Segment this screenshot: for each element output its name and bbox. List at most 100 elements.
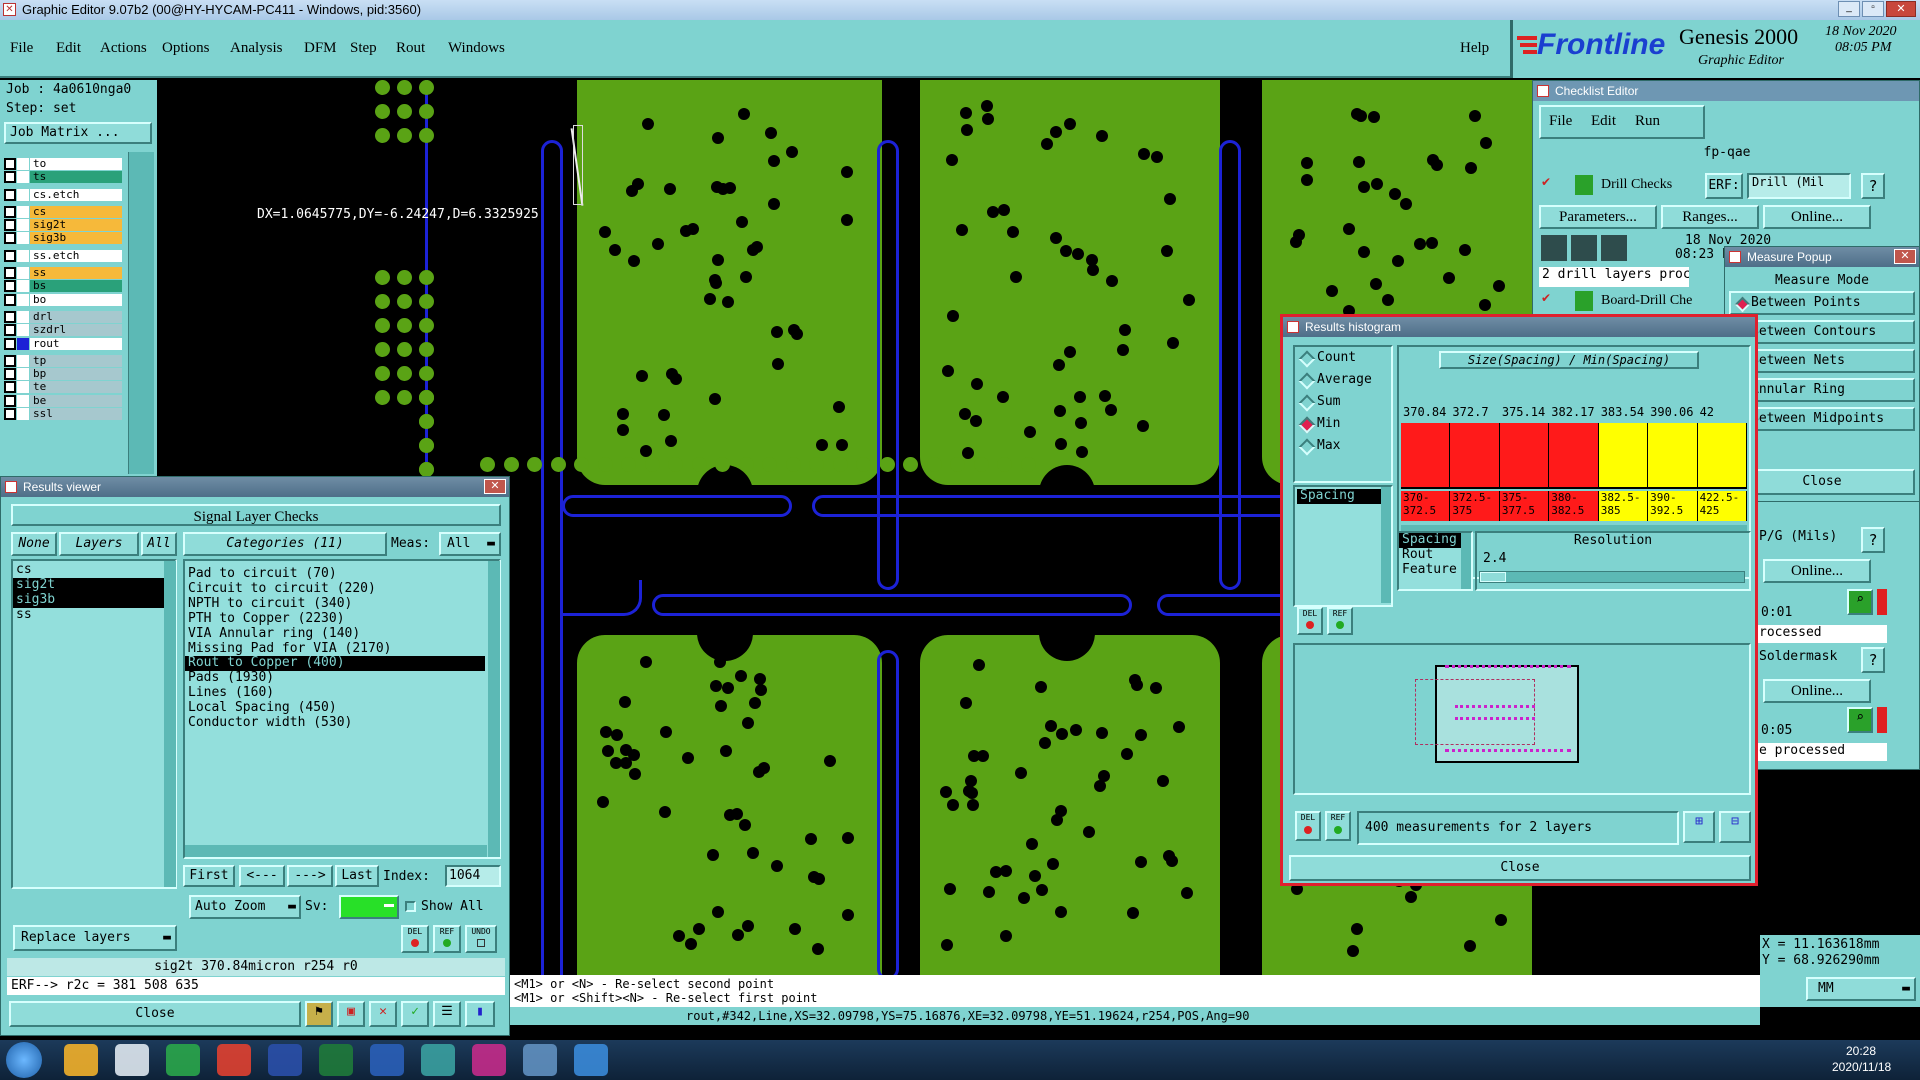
sv-dropdown[interactable]: ▬ <box>339 895 399 919</box>
rv-category-item[interactable]: Lines (160) <box>185 685 499 701</box>
replace-layers-button[interactable]: Replace layers ▬ <box>13 925 177 951</box>
zoom-icon[interactable]: ⌕ <box>1847 707 1873 733</box>
help-button[interactable]: ? <box>1861 527 1885 553</box>
taskbar-app-icon[interactable] <box>421 1044 455 1076</box>
layer-row[interactable]: te <box>4 381 122 394</box>
attr-item[interactable]: Spacing <box>1297 488 1385 504</box>
menu-file[interactable]: File <box>10 40 33 57</box>
rv-category-item[interactable]: Pad to circuit (70) <box>185 566 499 582</box>
layer-row[interactable]: sig3b <box>4 232 122 245</box>
layer-checkbox[interactable] <box>4 188 16 201</box>
layer-checkbox[interactable] <box>4 171 16 184</box>
layer-row[interactable]: bp <box>4 368 122 381</box>
layer-row[interactable]: tp <box>4 354 122 367</box>
layer-checkbox[interactable] <box>4 354 16 367</box>
layer-checkbox[interactable] <box>4 232 16 245</box>
close-icon[interactable]: ✕ <box>1894 249 1916 264</box>
run-icon[interactable] <box>1571 235 1597 261</box>
rv-category-item[interactable]: VIA Annular ring (140) <box>185 626 499 642</box>
taskbar-app-icon[interactable] <box>268 1044 302 1076</box>
menu-analysis[interactable]: Analysis <box>230 40 283 57</box>
last-button[interactable]: Last <box>335 865 379 887</box>
layer-row[interactable]: bo <box>4 293 122 306</box>
checklist-menu-file[interactable]: File <box>1549 113 1572 130</box>
rv-layer-item[interactable]: sig2t <box>13 577 175 593</box>
online-button[interactable]: Online... <box>1763 205 1871 229</box>
menu-dfm[interactable]: DFM <box>304 40 337 57</box>
stat-radio-min[interactable]: Min <box>1295 413 1391 435</box>
check-enabled-checkbox[interactable]: ✔ <box>1541 292 1553 305</box>
rv-category-item[interactable]: Rout to Copper (400) <box>185 656 485 672</box>
check-icon[interactable]: ✓ <box>401 1001 429 1027</box>
histogram-close-button[interactable]: Close <box>1289 855 1751 881</box>
categories-button[interactable]: Categories (11) <box>183 532 387 556</box>
flag-icon[interactable]: ⚑ <box>305 1001 333 1027</box>
layer-row[interactable]: ts <box>4 171 122 184</box>
rv-layer-item[interactable]: sig3b <box>13 592 175 608</box>
histogram-bar[interactable] <box>1697 423 1747 487</box>
layer-row[interactable]: ss.etch <box>4 249 122 262</box>
meas-dropdown[interactable]: All ▬ <box>439 532 501 556</box>
rv-category-item[interactable]: Conductor width (530) <box>185 715 499 731</box>
layer-checkbox[interactable] <box>4 324 16 337</box>
histogram-bar[interactable] <box>1499 423 1550 487</box>
layer-checkbox[interactable] <box>4 381 16 394</box>
layer-checkbox[interactable] <box>4 368 16 381</box>
rv-category-item[interactable]: Missing Pad for VIA (2170) <box>185 641 499 657</box>
layer-checkbox[interactable] <box>4 407 16 420</box>
taskbar-app-icon[interactable] <box>523 1044 557 1076</box>
taskbar-app-icon[interactable] <box>217 1044 251 1076</box>
help-button[interactable]: ? <box>1861 173 1885 199</box>
rv-layer-item[interactable]: ss <box>13 607 175 623</box>
all-button[interactable]: All <box>141 532 177 556</box>
rv-category-hscroll[interactable] <box>185 845 487 857</box>
layer-row[interactable]: be <box>4 394 122 407</box>
stat-radio-sum[interactable]: Sum <box>1295 391 1391 413</box>
close-button[interactable]: ✕ <box>1886 1 1916 17</box>
menu-step[interactable]: Step <box>350 40 377 57</box>
unit-dropdown[interactable]: MM ▬ <box>1806 977 1916 1001</box>
run-icon[interactable] <box>1541 235 1567 261</box>
rv-layer-list[interactable]: cs sig2t sig3b ss <box>11 559 177 889</box>
layer-checkbox[interactable] <box>4 249 16 262</box>
help-button[interactable]: ? <box>1861 647 1885 673</box>
layer-checkbox[interactable] <box>4 158 16 170</box>
ref-button[interactable]: REF <box>433 925 461 953</box>
taskbar-app-icon[interactable] <box>115 1044 149 1076</box>
layer-row[interactable]: cs.etch <box>4 188 122 201</box>
layer-row[interactable]: sig2t <box>4 219 122 232</box>
histogram-bar[interactable] <box>1549 423 1599 487</box>
ref-button[interactable]: REF <box>1327 607 1353 635</box>
next-button[interactable]: ---> <box>287 865 333 887</box>
histogram-bar[interactable] <box>1401 423 1451 487</box>
taskbar-app-icon[interactable] <box>64 1044 98 1076</box>
layer-checkbox[interactable] <box>4 280 16 293</box>
layer-row[interactable]: cs <box>4 205 122 218</box>
attr-list[interactable]: Spacing <box>1293 485 1393 607</box>
job-matrix-button[interactable]: Job Matrix ... <box>4 122 152 144</box>
menu-help[interactable]: Help <box>1460 40 1489 57</box>
histogram-bar[interactable] <box>1450 423 1500 487</box>
run-icon[interactable] <box>1601 235 1627 261</box>
histogram-bar[interactable] <box>1598 423 1649 487</box>
histogram-bar[interactable] <box>1648 423 1698 487</box>
layer-row[interactable]: bs <box>4 280 122 293</box>
erase-icon[interactable]: ▣ <box>337 1001 365 1027</box>
menu-windows[interactable]: Windows <box>448 40 505 57</box>
stat-radio-count[interactable]: Count <box>1295 347 1391 369</box>
erf-field[interactable]: Drill (Mil <box>1747 173 1851 199</box>
stat-radio-max[interactable]: Max <box>1295 435 1391 457</box>
taskbar-app-icon[interactable] <box>472 1044 506 1076</box>
rv-layer-scrollbar[interactable] <box>164 561 176 887</box>
resolution-slider[interactable] <box>1479 571 1745 583</box>
layer-checkbox[interactable] <box>4 267 16 280</box>
zoom-in-icon[interactable]: ⊞ <box>1683 811 1715 843</box>
checklist-menu-run[interactable]: Run <box>1635 113 1660 130</box>
del-button[interactable]: DEL <box>1295 811 1321 841</box>
check-enabled-checkbox[interactable]: ✔ <box>1541 176 1553 189</box>
rv-category-item[interactable]: PTH to Copper (2230) <box>185 611 499 627</box>
measure-mode-option[interactable]: Between Points <box>1729 291 1915 315</box>
layer-panel-scrollbar[interactable] <box>128 152 154 474</box>
layer-checkbox[interactable] <box>4 394 16 407</box>
layer-checkbox[interactable] <box>4 293 16 306</box>
